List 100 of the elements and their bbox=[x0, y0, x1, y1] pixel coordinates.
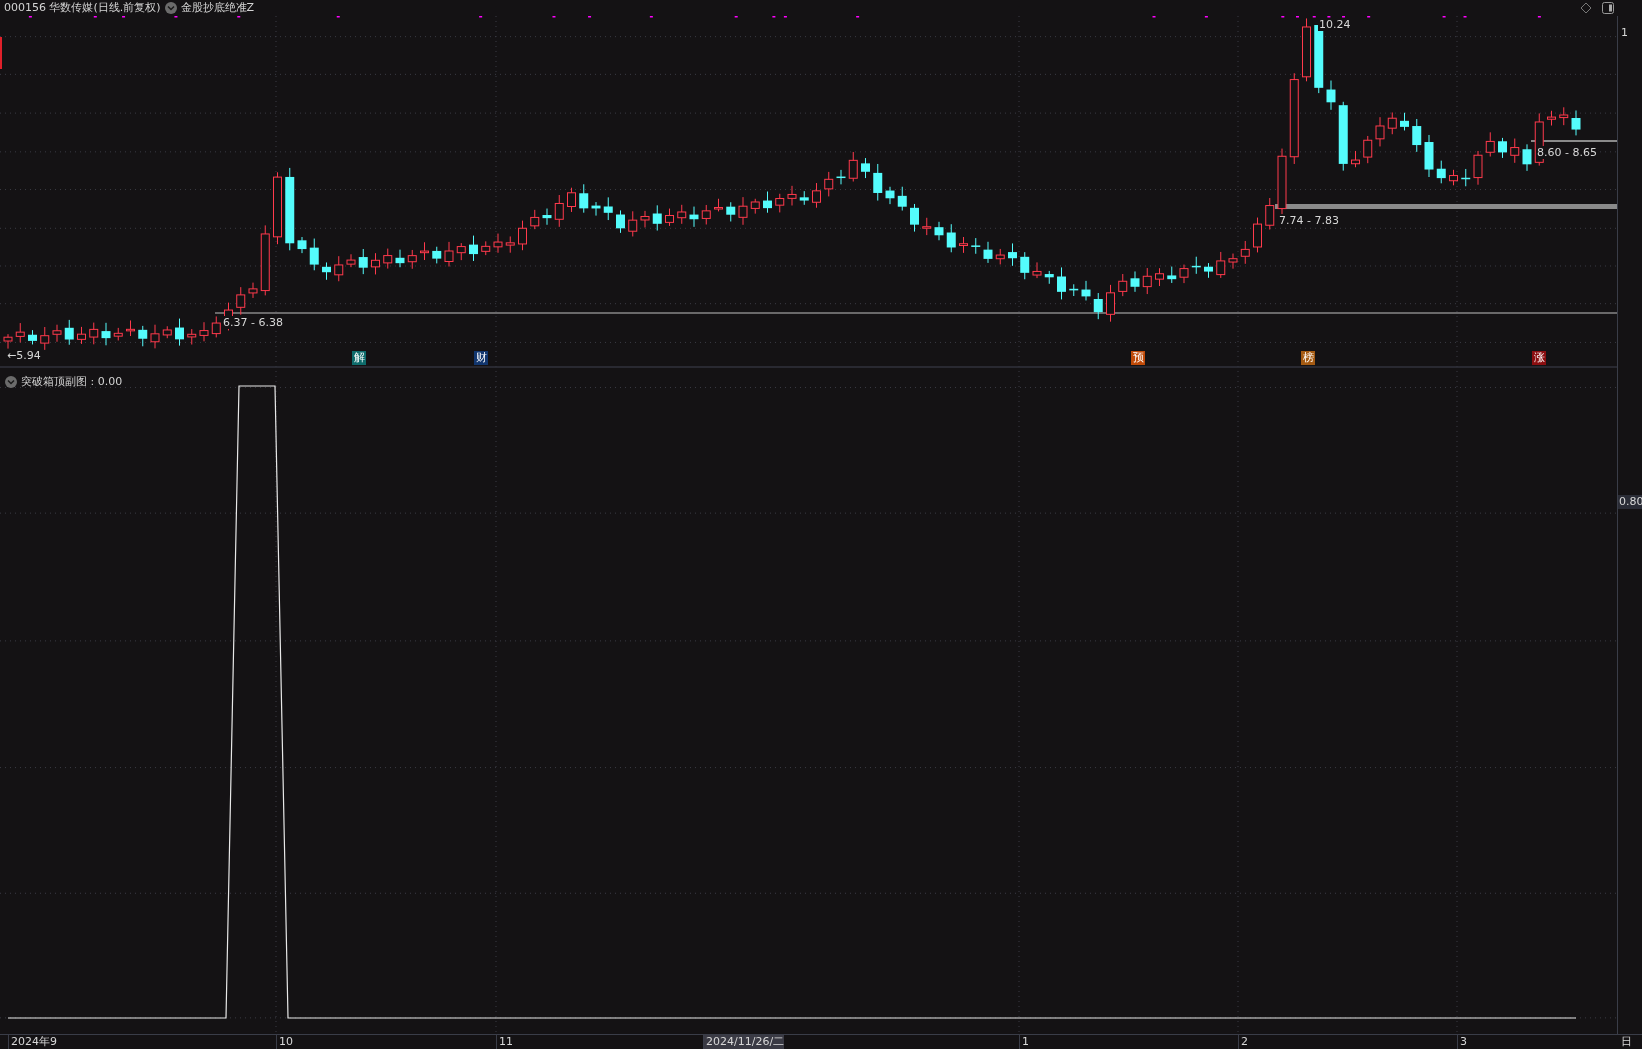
candlestick bbox=[591, 201, 601, 217]
candlestick bbox=[28, 329, 37, 345]
chevron-down-icon[interactable] bbox=[5, 376, 17, 388]
indicator-name[interactable]: 金股抄底绝准Z bbox=[180, 1, 255, 15]
candlestick bbox=[910, 203, 919, 233]
candlestick bbox=[861, 157, 870, 179]
event-badge[interactable]: 预 bbox=[1131, 351, 1145, 365]
candlestick bbox=[750, 198, 760, 215]
candlestick bbox=[101, 322, 111, 346]
date-label: 1 bbox=[1019, 1035, 1029, 1049]
candlestick bbox=[187, 328, 197, 346]
candlestick bbox=[1498, 137, 1507, 159]
price-label: 10.24 bbox=[1318, 18, 1352, 31]
stock-title: 000156 华数传媒(日线.前复权) bbox=[4, 1, 161, 15]
candlestick bbox=[1118, 273, 1128, 297]
candlestick bbox=[1571, 110, 1581, 136]
candlestick bbox=[1228, 253, 1238, 270]
event-badge[interactable]: 涨 bbox=[1532, 351, 1546, 365]
candlestick bbox=[420, 241, 429, 261]
candlestick bbox=[1363, 135, 1373, 164]
event-badge[interactable]: 财 bbox=[474, 351, 488, 365]
candlestick bbox=[52, 324, 62, 343]
candlestick bbox=[199, 321, 209, 342]
candlestick bbox=[1412, 118, 1422, 153]
candlestick bbox=[934, 221, 944, 241]
candlestick bbox=[1351, 150, 1360, 168]
candlestick bbox=[1265, 197, 1275, 231]
panel-toggle-icon[interactable] bbox=[1602, 2, 1614, 14]
price-marker bbox=[0, 37, 2, 69]
date-label: 2024/11/26/二 bbox=[703, 1035, 785, 1049]
event-badge[interactable]: 榜 bbox=[1301, 351, 1315, 365]
candlestick bbox=[77, 326, 86, 345]
candlestick bbox=[616, 209, 625, 234]
candlestick bbox=[1130, 270, 1140, 293]
candlestick bbox=[775, 193, 785, 213]
candlestick bbox=[1338, 101, 1348, 172]
candlestick bbox=[1008, 242, 1017, 267]
candlestick bbox=[1522, 143, 1532, 172]
candlestick bbox=[1461, 168, 1471, 187]
candlestick bbox=[1191, 256, 1201, 275]
candlestick bbox=[579, 183, 589, 214]
price-label: ←5.94 bbox=[6, 349, 42, 362]
candlestick bbox=[211, 315, 221, 338]
candlestick bbox=[799, 190, 809, 206]
candlestick bbox=[126, 319, 135, 337]
price-label: 7.74 - 7.83 bbox=[1278, 214, 1340, 227]
candlestick bbox=[1142, 267, 1152, 295]
candlestick bbox=[628, 210, 638, 237]
chevron-down-icon[interactable] bbox=[164, 2, 177, 14]
candlestick bbox=[1044, 270, 1054, 285]
candlestick bbox=[322, 261, 331, 281]
candlestick bbox=[1179, 264, 1189, 284]
candlestick bbox=[640, 210, 650, 228]
candlestick bbox=[358, 248, 368, 275]
candlestick bbox=[848, 151, 858, 182]
candlestick bbox=[787, 185, 797, 206]
candlestick bbox=[260, 224, 270, 296]
date-label: 11 bbox=[496, 1035, 513, 1049]
candlestick bbox=[1547, 110, 1556, 126]
candlestick bbox=[542, 208, 552, 226]
candlestick bbox=[1449, 169, 1458, 186]
candlestick bbox=[383, 248, 393, 270]
price-label: 8.60 - 8.65 bbox=[1536, 146, 1598, 159]
date-label: 3 bbox=[1457, 1035, 1467, 1049]
candlestick bbox=[40, 326, 50, 351]
candlestick bbox=[236, 286, 246, 316]
price-label: 6.37 - 6.38 bbox=[222, 316, 284, 329]
candlestick bbox=[1020, 251, 1030, 280]
event-badge[interactable]: 解 bbox=[352, 351, 366, 365]
candlestick bbox=[89, 322, 99, 345]
candlestick bbox=[1277, 148, 1287, 217]
candlestick bbox=[1436, 160, 1446, 184]
candlestick bbox=[689, 206, 699, 228]
candlestick bbox=[995, 248, 1005, 265]
candlestick bbox=[1155, 267, 1164, 287]
candlestick bbox=[395, 249, 405, 268]
candlestick bbox=[371, 252, 380, 275]
candlestick bbox=[64, 319, 74, 346]
candlestick bbox=[959, 236, 968, 254]
candlestick bbox=[1240, 240, 1250, 265]
candlestick bbox=[983, 241, 993, 264]
candlestick bbox=[1253, 217, 1262, 253]
candlestick bbox=[407, 249, 417, 270]
date-label: 10 bbox=[276, 1035, 293, 1049]
candlestick bbox=[1106, 284, 1115, 323]
candlestick bbox=[1387, 111, 1397, 135]
candlestick bbox=[1559, 106, 1569, 126]
candlestick bbox=[885, 186, 895, 205]
candlestick bbox=[1093, 292, 1103, 320]
candlestick bbox=[971, 237, 981, 255]
candlestick bbox=[665, 208, 674, 227]
period-label[interactable]: 日 bbox=[1621, 1035, 1632, 1049]
date-label: 2 bbox=[1238, 1035, 1248, 1049]
candlestick bbox=[701, 204, 711, 225]
candlestick bbox=[1081, 280, 1091, 301]
diamond-icon[interactable] bbox=[1580, 2, 1592, 14]
candlestick bbox=[812, 182, 821, 209]
candlestick bbox=[456, 242, 466, 261]
candlestick bbox=[1216, 251, 1226, 279]
candlestick bbox=[1326, 80, 1336, 111]
